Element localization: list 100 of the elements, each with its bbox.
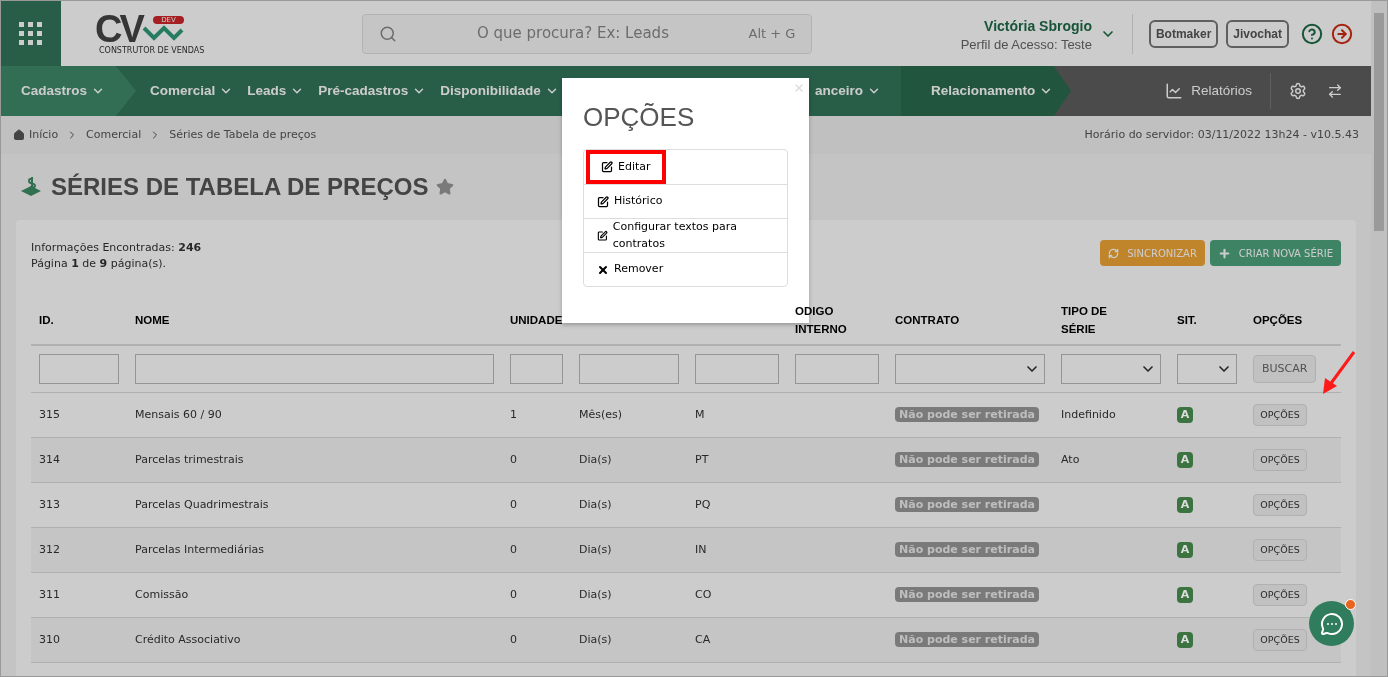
- column-header: TIPO DE SÉRIE: [1061, 303, 1108, 337]
- table-cell: 311: [39, 587, 60, 601]
- table-cell: PQ: [695, 497, 711, 511]
- table-cell: 313: [39, 497, 60, 511]
- table-cell: Dia(s): [579, 497, 612, 511]
- options-button[interactable]: OPÇÕES: [1253, 404, 1307, 426]
- logout-icon[interactable]: [1331, 22, 1353, 45]
- menu-item[interactable]: Remover: [586, 252, 675, 287]
- table-cell: M: [695, 407, 705, 421]
- status-badge: A: [1177, 541, 1193, 558]
- page-info: Página 1 de 9 página(s).: [31, 256, 167, 272]
- apps-grid-icon[interactable]: [19, 21, 43, 46]
- table-cell: Parcelas trimestrais: [135, 452, 244, 466]
- chat-icon: [1319, 611, 1344, 636]
- table-cell: 0: [510, 632, 517, 646]
- status-badge: A: [1177, 631, 1193, 648]
- table-cell: Mês(es): [579, 407, 623, 421]
- table-cell: 315: [39, 407, 60, 421]
- table-cell: CO: [695, 587, 712, 601]
- settings-icon[interactable]: [1289, 82, 1307, 100]
- status-badge: A: [1177, 406, 1193, 423]
- home-icon: [13, 129, 25, 141]
- user-name[interactable]: Victória Sbrogio: [984, 15, 1092, 37]
- table-cell: Dia(s): [579, 587, 612, 601]
- nav-item[interactable]: Pré-cadastros: [318, 80, 427, 102]
- filter-select[interactable]: [895, 354, 1045, 384]
- filter-select[interactable]: [1061, 354, 1161, 384]
- status-badge: A: [1177, 496, 1193, 513]
- filter-field[interactable]: [135, 354, 494, 384]
- search-button[interactable]: BUSCAR: [1253, 355, 1317, 383]
- search-field[interactable]: O que procura? Ex: Leads Alt + G: [362, 13, 813, 54]
- arrow-annotation: [1321, 350, 1357, 396]
- breadcrumb-item[interactable]: Séries de Tabela de preços: [169, 126, 317, 144]
- filter-field[interactable]: [39, 354, 119, 384]
- results-count: Informações Encontradas: 246: [31, 240, 202, 256]
- options-button[interactable]: OPÇÕES: [1253, 494, 1307, 516]
- swap-icon[interactable]: [1327, 83, 1343, 99]
- table-cell: Ato: [1061, 452, 1080, 466]
- reports-link[interactable]: Relatórios: [1165, 80, 1252, 102]
- filter-field[interactable]: [695, 354, 779, 384]
- top-button[interactable]: Botmaker: [1148, 19, 1219, 48]
- breadcrumb-item[interactable]: Início: [29, 126, 59, 144]
- options-button[interactable]: OPÇÕES: [1253, 584, 1307, 606]
- remove-icon: [597, 263, 609, 276]
- table-cell: Dia(s): [579, 632, 612, 646]
- plus-icon: [1217, 246, 1231, 260]
- menu-item[interactable]: Histórico: [586, 184, 674, 219]
- edit-icon: [597, 195, 609, 208]
- table-cell: Mensais 60 / 90: [135, 407, 222, 421]
- table-cell: 0: [510, 542, 517, 556]
- nav-item[interactable]: Disponibilidade: [440, 80, 559, 102]
- contract-badge: Não pode ser retirada: [895, 631, 1039, 647]
- table-cell: 0: [510, 497, 517, 511]
- table-cell: Dia(s): [579, 452, 612, 466]
- create-button[interactable]: CRIAR NOVA SÉRIE: [1209, 240, 1341, 266]
- scrollbar[interactable]: [1371, 1, 1387, 676]
- table-cell: Dia(s): [579, 542, 612, 556]
- filter-field[interactable]: [579, 354, 679, 384]
- table-cell: Indefinido: [1061, 407, 1116, 421]
- dialog-title: OPÇÕES: [583, 101, 696, 134]
- table-cell: Comissão: [135, 587, 189, 601]
- close-icon[interactable]: [793, 82, 805, 94]
- menu-item[interactable]: Configurar textos para contratos: [586, 218, 785, 253]
- table-cell: 1: [510, 407, 517, 421]
- filter-select[interactable]: [1177, 354, 1237, 384]
- table-cell: Crédito Associativo: [135, 632, 241, 646]
- contract-badge: Não pode ser retirada: [895, 496, 1039, 512]
- table-cell: 0: [510, 452, 517, 466]
- options-button[interactable]: OPÇÕES: [1253, 629, 1307, 651]
- column-header: OPÇÕES: [1253, 312, 1303, 328]
- nav-item[interactable]: anceiro: [814, 80, 881, 102]
- column-header: ODIGO INTERNO: [795, 303, 848, 337]
- column-header: NOME: [135, 312, 170, 328]
- table-cell: 312: [39, 542, 60, 556]
- nav-item[interactable]: Comercial: [150, 80, 234, 102]
- table-cell: 314: [39, 452, 60, 466]
- table-cell: PT: [695, 452, 709, 466]
- top-button[interactable]: Jivochat: [1226, 19, 1289, 48]
- column-header: CONTRATO: [895, 312, 960, 328]
- nav-item[interactable]: Leads: [247, 80, 305, 102]
- chart-icon: [1165, 82, 1184, 100]
- options-button[interactable]: OPÇÕES: [1253, 449, 1307, 471]
- filter-field[interactable]: [510, 354, 563, 384]
- edit-icon: [601, 161, 613, 173]
- table-cell: IN: [695, 542, 707, 556]
- filter-field[interactable]: [795, 354, 879, 384]
- table-cell: 310: [39, 632, 60, 646]
- column-header: ID.: [39, 312, 54, 328]
- menu-item[interactable]: Editar: [586, 150, 666, 184]
- contract-badge: Não pode ser retirada: [895, 586, 1039, 602]
- help-icon[interactable]: [1301, 22, 1323, 45]
- table-cell: Parcelas Intermediárias: [135, 542, 264, 556]
- status-badge: A: [1177, 451, 1193, 468]
- refresh-icon: [1108, 247, 1120, 259]
- server-time: Horário do servidor: 03/11/2022 13h24 - v10.5.43: [1084, 126, 1359, 143]
- breadcrumb-item[interactable]: Comercial: [86, 126, 142, 144]
- contract-badge: Não pode ser retirada: [895, 541, 1039, 557]
- options-button[interactable]: OPÇÕES: [1253, 539, 1307, 561]
- table-cell: CA: [695, 632, 711, 646]
- star-icon[interactable]: [436, 178, 455, 196]
